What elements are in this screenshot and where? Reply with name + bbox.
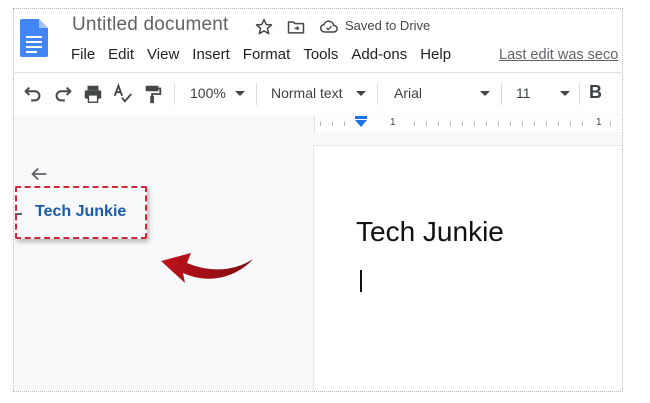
- zoom-caret-icon[interactable]: [235, 91, 245, 96]
- text-cursor: [360, 270, 362, 292]
- ruler-number: 1: [596, 117, 602, 128]
- toolbar-divider: [579, 83, 580, 105]
- font-size-caret-icon[interactable]: [560, 91, 570, 96]
- ruler-tick: [474, 121, 475, 126]
- redo-icon[interactable]: [52, 83, 74, 105]
- ruler-tick: [522, 121, 523, 126]
- font-size-select[interactable]: 11: [516, 85, 531, 101]
- ruler-tick: [438, 121, 439, 126]
- docs-logo-icon[interactable]: [20, 19, 48, 57]
- menu-file[interactable]: File: [71, 46, 95, 63]
- menu-tools[interactable]: Tools: [303, 46, 338, 63]
- document-title[interactable]: Untitled document: [72, 14, 229, 36]
- star-icon[interactable]: [254, 17, 274, 37]
- ruler-tick: [510, 121, 511, 126]
- toolbar: 100% Normal text Arial 11 B: [14, 72, 622, 116]
- toolbar-divider: [377, 83, 378, 105]
- menu-bar: File Edit View Insert Format Tools Add-o…: [71, 46, 464, 63]
- editor-body: Tech Junkie Tech Junkie: [14, 133, 622, 391]
- style-caret-icon[interactable]: [356, 91, 366, 96]
- app-window: Untitled document Saved to Drive File Ed…: [13, 8, 623, 392]
- document-heading[interactable]: Tech Junkie: [356, 216, 504, 248]
- undo-icon[interactable]: [22, 83, 44, 105]
- paint-format-icon[interactable]: [142, 83, 164, 105]
- toolbar-divider: [256, 83, 257, 105]
- toolbar-divider: [174, 83, 175, 105]
- ruler-tick: [546, 121, 547, 126]
- menu-edit[interactable]: Edit: [108, 46, 134, 63]
- ruler-tick: [320, 121, 321, 126]
- menu-format[interactable]: Format: [243, 46, 291, 63]
- left-indent-handle[interactable]: [355, 120, 367, 127]
- ruler-tick: [498, 121, 499, 126]
- ruler-tick: [462, 121, 463, 126]
- outline-item-heading[interactable]: Tech Junkie: [35, 203, 126, 221]
- ruler-tick: [414, 121, 415, 126]
- toolbar-divider: [501, 83, 502, 105]
- bold-button[interactable]: B: [589, 82, 602, 103]
- ruler: 1 1: [14, 115, 622, 133]
- ruler-number: 1: [390, 117, 396, 128]
- print-icon[interactable]: [82, 83, 104, 105]
- document-page[interactable]: Tech Junkie: [314, 146, 622, 391]
- ruler-tick: [558, 121, 559, 126]
- close-outline-arrow-icon[interactable]: [28, 163, 50, 185]
- ruler-tick: [426, 121, 427, 126]
- spellcheck-icon[interactable]: [112, 83, 134, 105]
- ruler-tick: [610, 121, 611, 126]
- cloud-done-icon[interactable]: [319, 17, 339, 37]
- ruler-tick: [332, 121, 333, 126]
- pointer-arrow-annotation: [161, 253, 253, 283]
- ruler-tick: [486, 121, 487, 126]
- font-select[interactable]: Arial: [394, 85, 422, 101]
- ruler-tick: [570, 121, 571, 126]
- ruler-tick: [582, 121, 583, 126]
- last-edit-link[interactable]: Last edit was seco: [499, 47, 618, 63]
- first-line-indent-handle[interactable]: [355, 116, 367, 119]
- menu-view[interactable]: View: [147, 46, 179, 63]
- style-select[interactable]: Normal text: [271, 85, 343, 101]
- ruler-tick: [344, 121, 345, 126]
- font-caret-icon[interactable]: [480, 91, 490, 96]
- menu-insert[interactable]: Insert: [192, 46, 230, 63]
- ruler-tick: [534, 121, 535, 126]
- menu-help[interactable]: Help: [420, 46, 451, 63]
- menu-add-ons[interactable]: Add-ons: [351, 46, 407, 63]
- saved-status: Saved to Drive: [345, 18, 431, 33]
- move-folder-icon[interactable]: [286, 17, 306, 37]
- ruler-tick: [450, 121, 451, 126]
- zoom-select[interactable]: 100%: [190, 85, 226, 101]
